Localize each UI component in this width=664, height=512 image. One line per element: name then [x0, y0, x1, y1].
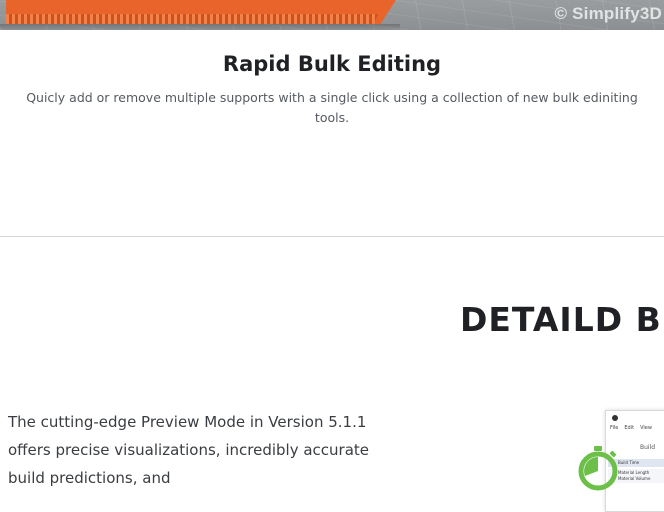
- section-heading: DETAILD B: [460, 300, 662, 339]
- stopwatch-icon: [578, 446, 618, 491]
- menu-item-file: File: [610, 425, 619, 431]
- section-divider: [0, 236, 664, 237]
- menu-item-edit: Edit: [624, 425, 635, 431]
- feature-title: Rapid Bulk Editing: [222, 52, 442, 76]
- menu-item-view: View: [640, 425, 652, 431]
- section-body-text: The cutting-edge Preview Mode in Version…: [8, 413, 370, 487]
- hero-render-image: © Simplify3D: [0, 0, 664, 30]
- app-logo-icon: [612, 415, 618, 421]
- support-structures: [6, 14, 378, 24]
- feature-description: Quicly add or remove multiple supports w…: [26, 90, 638, 125]
- panel-title: Build: [640, 444, 656, 451]
- app-menubar: File Edit View: [610, 425, 652, 431]
- model-shadow: [0, 24, 400, 30]
- watermark: © Simplify3D: [554, 4, 662, 23]
